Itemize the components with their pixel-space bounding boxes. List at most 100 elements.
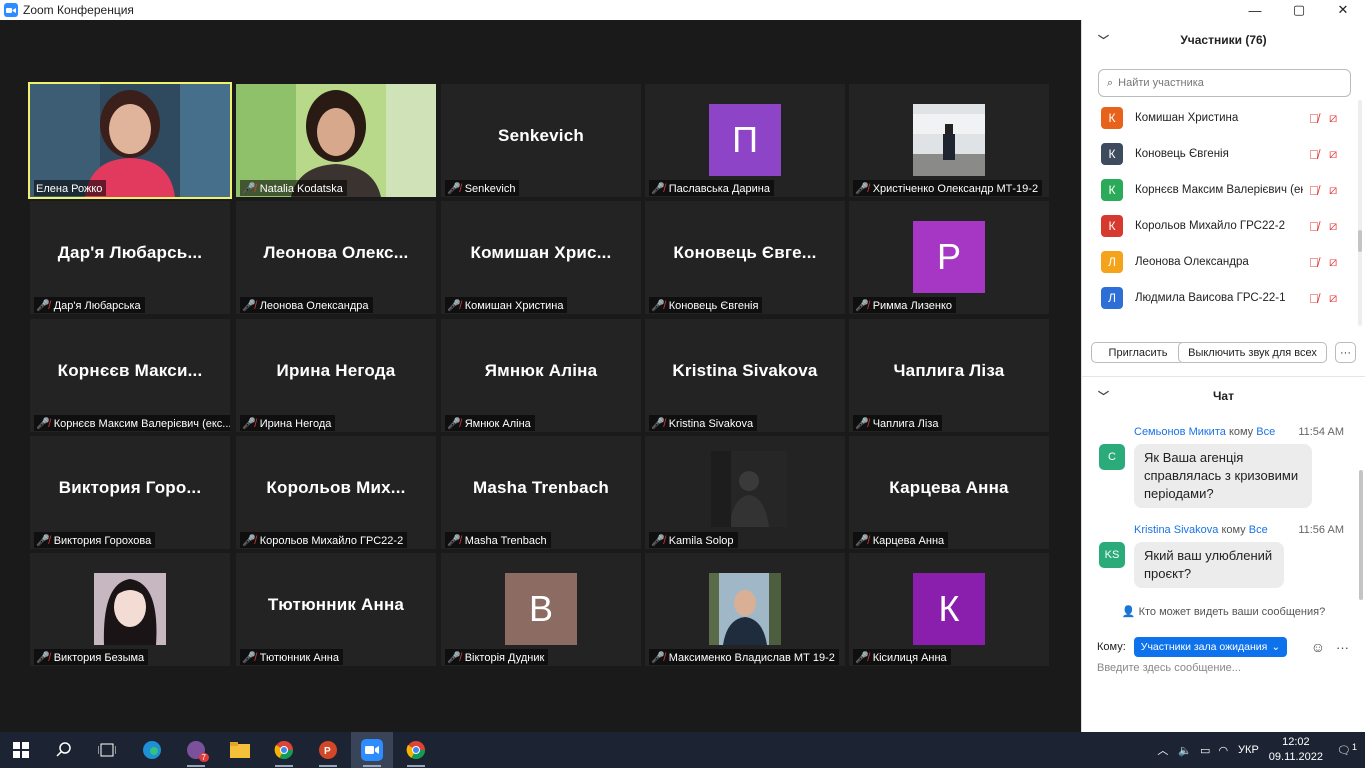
participant-tile[interactable]: 🎤̸ Христіченко Олександр МТ-19-2 [849, 84, 1049, 197]
recipient-select[interactable]: Участники зала ожидания ⌄ [1133, 637, 1288, 657]
muted-mic-icon: 🎤̸ [242, 183, 256, 195]
who-can-see-link[interactable]: 👤 Кто может видеть ваши сообщения? [1082, 605, 1365, 618]
chrome-icon[interactable] [263, 732, 305, 768]
participant-name-label: 🎤̸ Ирина Негода [240, 415, 336, 431]
minimize-button[interactable]: — [1233, 0, 1277, 20]
emoji-icon[interactable]: ☺ [1311, 639, 1325, 655]
search-icon[interactable] [43, 732, 85, 768]
collapse-participants-icon[interactable]: ﹀ [1098, 32, 1109, 48]
participant-tile[interactable]: 🎤̸ Kamila Solop [645, 436, 845, 549]
collapse-chat-icon[interactable]: ﹀ [1098, 388, 1109, 404]
edge-browser-icon[interactable] [131, 732, 173, 768]
participant-name: Корнєєв Максим Валерієвич (ек... [1135, 184, 1303, 196]
participant-row[interactable]: К Коновець Євгенія 🎙̸ ⧄ [1082, 136, 1365, 172]
participant-tile[interactable]: Виктория Горо... 🎤̸ Виктория Горохова [30, 436, 230, 549]
volume-icon[interactable]: 🔈 [1178, 744, 1192, 757]
chat-title: Чат [1213, 389, 1234, 403]
close-button[interactable]: ✕ [1321, 0, 1365, 20]
participant-tile[interactable]: Корольов Мих... 🎤̸ Корольов Михайло ГРС22-… [236, 436, 436, 549]
participant-tile[interactable]: Леонова Олекс... 🎤̸ Леонова Олександра [236, 201, 436, 314]
muted-mic-icon: 🎤̸ [242, 652, 256, 664]
participant-row[interactable]: К Корольов Михайло ГРС22-2 🎙̸ ⧄ [1082, 208, 1365, 244]
system-tray: ︿ 🔈 ▭ ◠ УКР 12:02 09.11.2022 🗨 1 [1157, 732, 1365, 768]
participant-name-label: Елена Рожко [34, 180, 107, 196]
task-view-icon[interactable] [86, 732, 128, 768]
participant-display-name: Карцева Анна [889, 478, 1009, 497]
participant-scrollbar-thumb[interactable] [1358, 230, 1362, 252]
chat-more-icon[interactable]: ··· [1336, 640, 1349, 655]
participant-name-label: 🎤̸ Kristina Sivakova [649, 415, 758, 431]
clock[interactable]: 12:02 09.11.2022 [1269, 735, 1323, 765]
participant-tile[interactable]: 🎤̸ Natalia Kodatska [236, 84, 436, 197]
message-line: періодами? [1144, 486, 1214, 501]
participant-avatar: К [1101, 143, 1123, 165]
message-sender[interactable]: Семьонов Микита [1134, 426, 1226, 438]
zoom-taskbar-icon[interactable] [351, 732, 393, 768]
language-indicator[interactable]: УКР [1238, 744, 1259, 756]
participant-tile[interactable]: П 🎤̸ Паславська Дарина [645, 84, 845, 197]
participant-tile[interactable]: Ирина Негода 🎤̸ Ирина Негода [236, 319, 436, 432]
participant-tile[interactable]: Дар'я Любарсь... 🎤̸ Дар'я Любарська [30, 201, 230, 314]
notifications-icon[interactable]: 🗨 1 [1337, 742, 1357, 757]
chevron-up-icon[interactable]: ︿ [1157, 742, 1168, 758]
participant-tile[interactable]: Чаплига Ліза 🎤̸ Чаплига Ліза [849, 319, 1049, 432]
battery-icon[interactable]: ▭ [1200, 744, 1210, 757]
participant-search-input[interactable]: ⌕ Найти участника [1098, 69, 1351, 97]
to-label: Кому: [1097, 641, 1126, 653]
message-to-word: кому [1228, 426, 1254, 438]
participant-tile[interactable]: 🎤̸ Максименко Владислав МТ 19-2 [645, 553, 845, 666]
participant-tile[interactable]: Коновець Євге... 🎤̸ Коновець Євгенія [645, 201, 845, 314]
chrome-profile-icon[interactable] [395, 732, 437, 768]
start-button[interactable] [0, 732, 42, 768]
file-explorer-icon[interactable] [219, 732, 261, 768]
participant-tile[interactable]: Корнєєв Макси... 🎤̸ Корнєєв Максим Валеріє… [30, 319, 230, 432]
participant-row[interactable]: Л Людмила Ваисова ГРС-22-1 🎙̸ ⧄ [1082, 280, 1365, 316]
chat-recipient-row: Кому: Участники зала ожидания ⌄ ☺ ··· [1097, 636, 1355, 658]
participant-tile[interactable]: Р 🎤̸ Римма Лизенко [849, 201, 1049, 314]
participant-row[interactable]: Л Леонова Олександра 🎙̸ ⧄ [1082, 244, 1365, 280]
chat-input[interactable]: Введите здесь сообщение... [1097, 662, 1241, 674]
participant-row[interactable]: К Корнєєв Максим Валерієвич (ек... 🎙̸ ⧄ [1082, 172, 1365, 208]
powerpoint-icon[interactable]: P [307, 732, 349, 768]
participant-name-label: 🎤̸ Коновець Євгенія [649, 297, 763, 313]
participant-tile[interactable]: Ямнюк Аліна 🎤̸ Ямнюк Аліна [441, 319, 641, 432]
participant-tile[interactable]: Тютюнник Анна 🎤̸ Тютюнник Анна [236, 553, 436, 666]
participant-tile[interactable]: Елена Рожко [28, 82, 232, 199]
participant-tile[interactable]: К 🎤̸ Кісилиця Анна [849, 553, 1049, 666]
invite-button[interactable]: Пригласить [1091, 342, 1185, 363]
message-time: 11:54 AM [1298, 426, 1344, 438]
maximize-button[interactable]: ▢ [1277, 0, 1321, 20]
sender-avatar: С [1099, 444, 1125, 470]
muted-mic-icon: 🎤̸ [651, 418, 665, 430]
participant-scrollbar-track[interactable] [1358, 100, 1362, 326]
participant-tile[interactable]: Карцева Анна 🎤̸ Карцева Анна [849, 436, 1049, 549]
participant-avatar: К [1101, 107, 1123, 129]
muted-mic-icon: 🎤̸ [447, 652, 461, 664]
muted-mic-icon: 🎤̸ [447, 183, 461, 195]
message-sender[interactable]: Kristina Sivakova [1134, 524, 1218, 536]
participant-display-name: Коновець Євге... [673, 243, 817, 262]
recipient-value: Участники зала ожидания [1140, 641, 1268, 653]
message-recipient[interactable]: Все [1256, 426, 1275, 438]
participant-row[interactable]: К Комишан Христина 🎙̸ ⧄ [1082, 100, 1365, 136]
muted-mic-icon: 🎤̸ [36, 652, 50, 664]
participant-name: Чаплига Ліза [872, 417, 939, 430]
participant-name: Елена Рожко [36, 182, 103, 195]
viber-icon[interactable]: 7 [175, 732, 217, 768]
wifi-icon[interactable]: ◠ [1218, 744, 1228, 757]
more-options-button[interactable]: ··· [1335, 342, 1356, 363]
chat-scrollbar[interactable] [1359, 470, 1363, 600]
participant-list[interactable]: К Комишан Христина 🎙̸ ⧄ К Коновець Євгенія 🎙̸ ⧄… [1082, 100, 1365, 326]
participant-name: Виктория Горохова [53, 534, 152, 547]
participant-tile[interactable]: Masha Trenbach 🎤̸ Masha Trenbach [441, 436, 641, 549]
muted-mic-icon: 🎙̸ [1309, 182, 1319, 198]
mute-all-button[interactable]: Выключить звук для всех [1178, 342, 1327, 363]
participant-tile[interactable]: В 🎤̸ Вікторія Дудник [441, 553, 641, 666]
message-recipient[interactable]: Все [1249, 524, 1268, 536]
participant-tile[interactable]: Senkevich 🎤̸ Senkevich [441, 84, 641, 197]
participant-tile[interactable]: Комишан Хрис... 🎤̸ Комишан Христина [441, 201, 641, 314]
participant-tile[interactable]: 🎤̸ Виктория Безыма [30, 553, 230, 666]
sender-avatar: KS [1099, 542, 1125, 568]
participant-name-label: 🎤̸ Леонова Олександра [240, 297, 373, 313]
participant-tile[interactable]: Kristina Sivakova 🎤̸ Kristina Sivakova [645, 319, 845, 432]
